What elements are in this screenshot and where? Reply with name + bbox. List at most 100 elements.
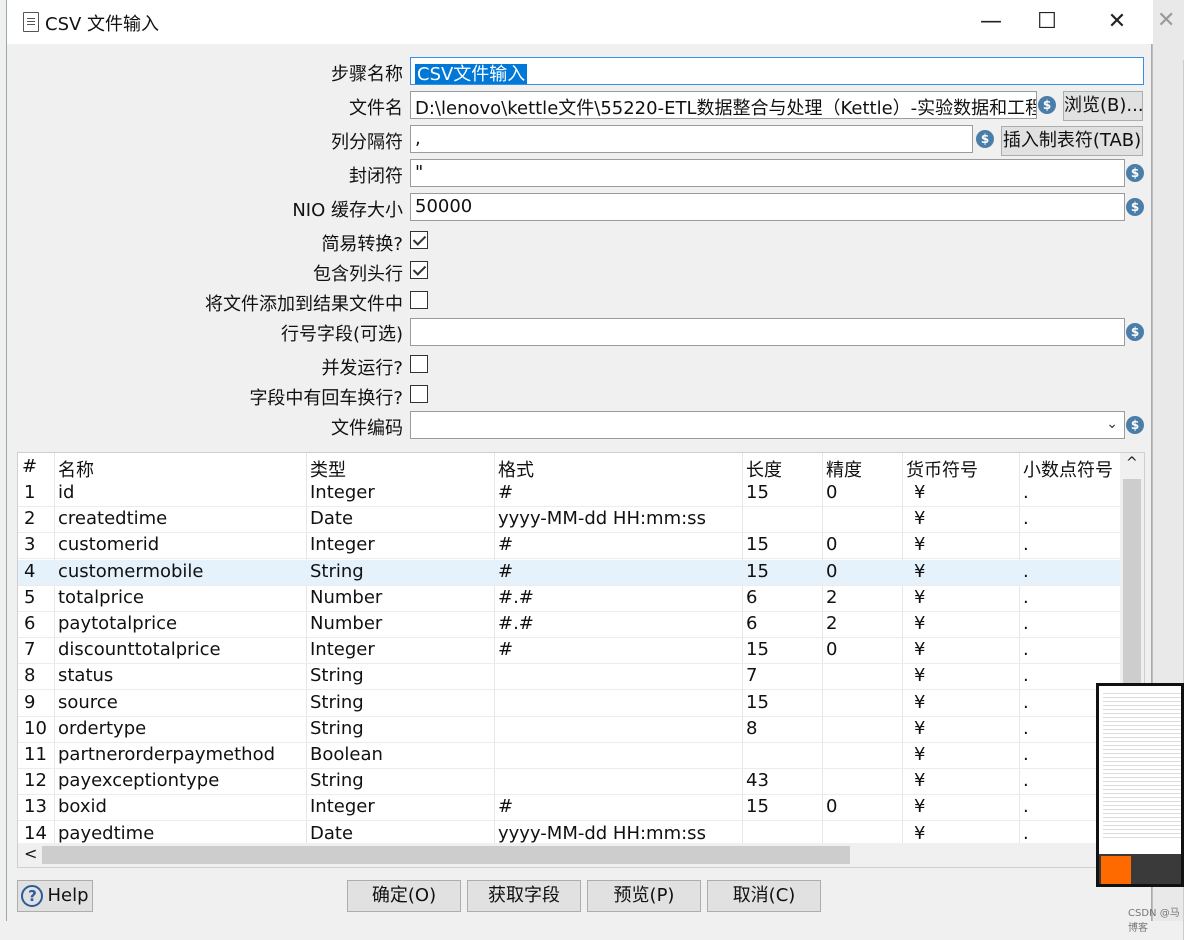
table-cell[interactable]: # xyxy=(498,639,513,660)
table-cell[interactable]: . xyxy=(1023,482,1029,503)
table-row[interactable]: 5 totalprice Number #.# 6 2 ¥. xyxy=(18,586,1120,612)
table-cell[interactable]: String xyxy=(310,692,364,713)
table-cell[interactable]: String xyxy=(310,665,364,686)
browse-button[interactable]: 浏览(B)... xyxy=(1063,91,1144,121)
variable-icon[interactable]: $ xyxy=(1126,164,1144,182)
table-cell[interactable]: Date xyxy=(310,508,353,529)
table-cell[interactable]: ¥ xyxy=(914,587,925,608)
table-cell[interactable]: 3 xyxy=(24,534,35,555)
nio-buffer-input[interactable]: 50000 xyxy=(410,193,1125,221)
preview-button[interactable]: 预览(P) xyxy=(587,880,701,912)
close-button[interactable]: ✕ xyxy=(1097,6,1137,38)
table-row[interactable]: 1 id Integer #15 0 ¥. xyxy=(18,481,1120,507)
table-cell[interactable]: 2 xyxy=(826,613,837,634)
table-cell[interactable]: . xyxy=(1023,744,1029,765)
table-cell[interactable]: 7 xyxy=(746,665,757,686)
horizontal-scrollbar[interactable]: < xyxy=(18,843,1120,867)
table-cell[interactable]: . xyxy=(1023,613,1029,634)
table-cell[interactable]: ¥ xyxy=(914,823,925,844)
table-cell[interactable]: ¥ xyxy=(914,482,925,503)
table-cell[interactable]: . xyxy=(1023,665,1029,686)
column-header[interactable]: 货币符号 xyxy=(906,456,978,482)
table-cell[interactable]: 11 xyxy=(24,744,47,765)
table-cell[interactable]: . xyxy=(1023,587,1029,608)
table-cell[interactable]: ¥ xyxy=(914,718,925,739)
table-cell[interactable]: payexceptiontype xyxy=(58,770,219,791)
table-cell[interactable]: 15 xyxy=(746,639,769,660)
header-row-checkbox[interactable] xyxy=(410,261,428,279)
table-row[interactable]: 3 customerid Integer #15 0 ¥. xyxy=(18,533,1120,560)
table-cell[interactable]: 15 xyxy=(746,561,769,582)
table-cell[interactable]: # xyxy=(498,561,513,582)
column-header[interactable]: 长度 xyxy=(746,456,782,482)
table-cell[interactable]: discounttotalprice xyxy=(58,639,221,660)
table-cell[interactable]: ¥ xyxy=(914,770,925,791)
table-row[interactable]: 10 ordertype String 8 ¥. xyxy=(18,717,1120,743)
table-cell[interactable]: # xyxy=(498,534,513,555)
table-cell[interactable]: String xyxy=(310,718,364,739)
table-cell[interactable]: 7 xyxy=(24,639,35,660)
table-cell[interactable]: totalprice xyxy=(58,587,144,608)
horizontal-scroll-thumb[interactable] xyxy=(42,846,850,864)
table-cell[interactable]: . xyxy=(1023,508,1029,529)
table-cell[interactable]: Date xyxy=(310,823,353,844)
table-cell[interactable]: payedtime xyxy=(58,823,154,844)
scroll-up-icon[interactable]: ^ xyxy=(1126,455,1138,471)
column-header[interactable]: 小数点符号 xyxy=(1023,456,1113,482)
thumbnail-preview[interactable] xyxy=(1096,683,1184,887)
table-cell[interactable]: customerid xyxy=(58,534,159,555)
table-cell[interactable]: createdtime xyxy=(58,508,167,529)
table-cell[interactable]: 0 xyxy=(826,534,837,555)
table-row[interactable]: 2 createdtime Date yyyy-MM-dd HH:mm:ss ¥. xyxy=(18,507,1120,534)
table-cell[interactable]: 14 xyxy=(24,823,47,844)
table-cell[interactable]: . xyxy=(1023,639,1029,660)
table-cell[interactable]: 6 xyxy=(746,587,757,608)
table-cell[interactable]: 5 xyxy=(24,587,35,608)
column-header[interactable]: 格式 xyxy=(498,456,534,482)
table-cell[interactable]: yyyy-MM-dd HH:mm:ss xyxy=(498,823,706,844)
variable-icon[interactable]: $ xyxy=(1126,323,1144,341)
minimize-button[interactable]: — xyxy=(971,6,1011,38)
table-cell[interactable]: ¥ xyxy=(914,665,925,686)
variable-icon[interactable]: $ xyxy=(1126,416,1144,434)
table-cell[interactable]: . xyxy=(1023,692,1029,713)
table-cell[interactable]: Number xyxy=(310,587,382,608)
table-cell[interactable]: 0 xyxy=(826,482,837,503)
table-cell[interactable]: . xyxy=(1023,770,1029,791)
table-cell[interactable]: 8 xyxy=(24,665,35,686)
table-cell[interactable]: 15 xyxy=(746,796,769,817)
row-number-input[interactable] xyxy=(410,318,1125,346)
table-cell[interactable]: 9 xyxy=(24,692,35,713)
scroll-left-icon[interactable]: < xyxy=(24,844,37,863)
table-cell[interactable]: ¥ xyxy=(914,561,925,582)
table-cell[interactable]: ¥ xyxy=(914,613,925,634)
table-cell[interactable]: 15 xyxy=(746,482,769,503)
table-cell[interactable]: 1 xyxy=(24,482,35,503)
table-cell[interactable]: ¥ xyxy=(914,639,925,660)
table-cell[interactable]: 6 xyxy=(24,613,35,634)
table-cell[interactable]: 0 xyxy=(826,796,837,817)
table-cell[interactable]: . xyxy=(1023,561,1029,582)
maximize-button[interactable]: ☐ xyxy=(1027,6,1067,38)
enclosure-input[interactable]: " xyxy=(410,159,1125,187)
insert-tab-button[interactable]: 插入制表符(TAB) xyxy=(1001,126,1143,156)
table-cell[interactable]: yyyy-MM-dd HH:mm:ss xyxy=(498,508,706,529)
encoding-select[interactable]: ⌄ xyxy=(410,411,1125,439)
table-row[interactable]: 4 customermobile String #15 0 ¥. xyxy=(18,559,1120,586)
table-row[interactable]: 12 payexceptiontype String 43 ¥. xyxy=(18,769,1120,796)
table-cell[interactable]: String xyxy=(310,561,364,582)
table-cell[interactable]: ¥ xyxy=(914,796,925,817)
table-cell[interactable]: Integer xyxy=(310,639,375,660)
parallel-checkbox[interactable] xyxy=(410,355,428,373)
table-row[interactable]: 8 status String 7 ¥. xyxy=(18,664,1120,691)
table-row[interactable]: 9 source String 15 ¥. xyxy=(18,691,1120,717)
variable-icon[interactable]: $ xyxy=(976,130,994,148)
table-row[interactable]: 7 discounttotalprice Integer #15 0 ¥. xyxy=(18,638,1120,665)
variable-icon[interactable]: $ xyxy=(1038,96,1056,114)
table-cell[interactable]: id xyxy=(58,482,74,503)
table-cell[interactable]: 15 xyxy=(746,692,769,713)
table-cell[interactable]: . xyxy=(1023,718,1029,739)
table-cell[interactable]: status xyxy=(58,665,113,686)
lazy-conversion-checkbox[interactable] xyxy=(410,231,428,249)
user-icon[interactable] xyxy=(1101,856,1131,884)
